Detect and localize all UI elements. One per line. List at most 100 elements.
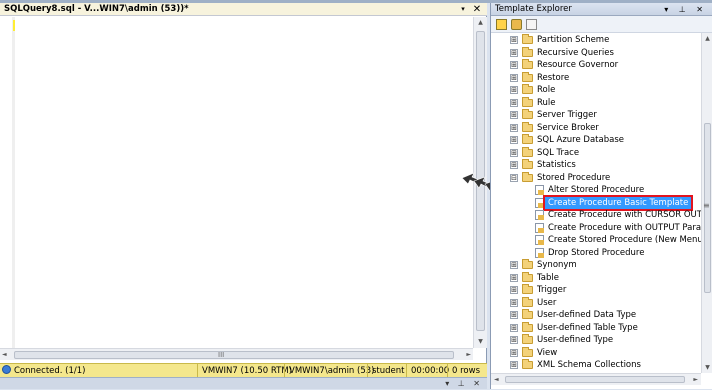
expand-icon[interactable]: ⊞: [510, 348, 518, 357]
tree-item-label: Drop Stored Procedure: [548, 247, 645, 258]
expand-icon[interactable]: ⊞: [510, 286, 518, 294]
folder-icon: [522, 34, 533, 44]
tree-item-label: Create Stored Procedure (New Menu): [548, 235, 701, 245]
query-document-tab[interactable]: SQLQuery8.sql - V...WIN7\admin (53))*: [4, 3, 189, 16]
expand-icon[interactable]: ⊞: [510, 136, 518, 144]
query-editor-pane: SQLQuery8.sql - V...WIN7\admin (53))* ▾ …: [0, 3, 487, 378]
scroll-right-icon[interactable]: ►: [461, 349, 471, 360]
tree-item-label: User: [537, 297, 557, 308]
template-explorer-panel: Template Explorer ▾ ⊥ ✕ ⊞ Partition Schem…: [490, 3, 712, 389]
tree-item-label: Create Procedure with CURSOR OUTPUT P: [548, 210, 701, 220]
tree-item-label: SQL Azure Database: [537, 135, 624, 145]
folder-icon: [522, 109, 533, 119]
scrollbar-grip: III: [218, 351, 225, 359]
scrollbar-thumb[interactable]: [505, 376, 685, 383]
tree-item-label: Table: [537, 272, 559, 283]
template-file-icon: [535, 197, 544, 208]
tree-item-label: Alter Stored Procedure: [548, 185, 645, 195]
tab-dropdown-icon[interactable]: ▾: [458, 3, 468, 16]
expand-icon[interactable]: ⊞: [510, 161, 518, 169]
scrollbar-grip: ≡: [703, 201, 710, 210]
connected-icon: [2, 365, 11, 374]
editor-margin: [12, 17, 15, 348]
scroll-left-icon[interactable]: ◄: [2, 349, 12, 360]
expand-icon[interactable]: ⊞: [510, 36, 518, 44]
folder-icon: [522, 284, 533, 294]
expand-icon[interactable]: ⊞: [510, 261, 518, 269]
folder-icon: [522, 71, 533, 82]
tree-item-label: Create Procedure with OUTPUT Paramete: [548, 222, 701, 233]
sql-compact-icon[interactable]: [526, 19, 537, 30]
expand-icon[interactable]: ⊞: [510, 61, 518, 69]
sql-server-templates-icon[interactable]: [496, 19, 507, 30]
connection-status: Connected. (1/1): [2, 364, 86, 378]
folder-icon: [522, 96, 533, 107]
folder-icon: [522, 121, 533, 132]
folder-icon: [522, 296, 533, 307]
template-file-icon: [535, 247, 544, 258]
folder-icon: [522, 59, 533, 69]
tree-item-label: Stored Procedure: [537, 172, 611, 183]
tree-item-label: Server Trigger: [537, 110, 597, 120]
query-status-bar: Connected. (1/1) VMWIN7 (10.50 RTM) VMWI…: [0, 363, 487, 378]
expand-icon[interactable]: ⊞: [510, 111, 518, 119]
panel-window-controls[interactable]: ▾ ⊥ ✕: [664, 3, 707, 16]
expand-icon[interactable]: ⊞: [510, 73, 518, 82]
sql-text-editor[interactable]: [0, 17, 473, 348]
template-explorer-toolbar: [491, 16, 712, 33]
scroll-down-icon[interactable]: ▼: [702, 362, 712, 373]
expand-icon[interactable]: ⊞: [510, 361, 518, 369]
folder-icon: [522, 171, 533, 182]
status-rows: 0 rows: [447, 364, 484, 378]
explorer-horizontal-scrollbar[interactable]: ◄ ►: [491, 373, 701, 385]
expand-icon[interactable]: ⊞: [510, 298, 518, 307]
connection-status-text: Connected. (1/1): [14, 366, 86, 376]
tree-item-label: Service Broker: [537, 122, 599, 133]
template-file-icon: [535, 185, 544, 195]
folder-icon: [522, 46, 533, 57]
folder-icon: [522, 321, 533, 332]
scroll-up-icon[interactable]: ▲: [702, 33, 712, 44]
folder-icon: [522, 159, 533, 169]
status-database: student: [367, 364, 409, 378]
tree-item-label: Recursive Queries: [537, 47, 614, 58]
tree-item-label: User-defined Table Type: [537, 322, 638, 333]
panel-title: Template Explorer: [495, 4, 572, 14]
analysis-services-icon[interactable]: [511, 19, 522, 30]
document-tab-bar: SQLQuery8.sql - V...WIN7\admin (53))* ▾ …: [0, 3, 487, 16]
folder-icon: [522, 134, 533, 144]
folder-icon: [522, 346, 533, 357]
bottom-panel-header: ▾ ⊥ ✕: [0, 377, 487, 389]
expand-icon[interactable]: ⊞: [510, 311, 518, 319]
scroll-down-icon[interactable]: ▼: [474, 336, 487, 348]
expand-icon[interactable]: ⊞: [510, 98, 518, 107]
expand-icon[interactable]: ⊞: [510, 48, 518, 57]
expand-icon[interactable]: ⊞: [510, 86, 518, 94]
folder-icon: [522, 334, 533, 344]
tree-item-label: Trigger: [537, 285, 567, 295]
folder-icon: [522, 146, 533, 157]
template-file-icon: [535, 235, 544, 245]
expand-icon[interactable]: ⊞: [510, 323, 518, 332]
template-file-icon: [535, 210, 544, 220]
status-login: VMWIN7\admin (53): [284, 364, 378, 378]
tree-item-label: Restore: [537, 72, 570, 83]
expand-icon[interactable]: ⊞: [510, 336, 518, 344]
tree-item-label: SQL Trace: [537, 147, 580, 158]
expand-icon[interactable]: ⊞: [510, 273, 518, 282]
collapse-icon[interactable]: ⊟: [510, 173, 518, 182]
editor-horizontal-scrollbar[interactable]: ◄ III ►: [0, 348, 473, 360]
expand-icon[interactable]: ⊞: [510, 148, 518, 157]
scrollbar-thumb[interactable]: III: [14, 351, 454, 359]
folder-icon: [522, 271, 533, 282]
panel-window-controls[interactable]: ▾ ⊥ ✕: [445, 378, 483, 390]
expand-icon[interactable]: ⊞: [510, 123, 518, 132]
folder-icon: [522, 309, 533, 319]
tree-item-label: Synonym: [537, 260, 577, 270]
scroll-up-icon[interactable]: ▲: [474, 17, 487, 29]
scroll-right-icon[interactable]: ►: [693, 374, 698, 385]
scroll-left-icon[interactable]: ◄: [494, 374, 499, 385]
tree-item-label: User-defined Data Type: [537, 310, 637, 320]
explorer-vertical-scrollbar[interactable]: ▲ ≡ ▼: [701, 33, 712, 373]
close-tab-icon[interactable]: ✕: [472, 3, 482, 16]
